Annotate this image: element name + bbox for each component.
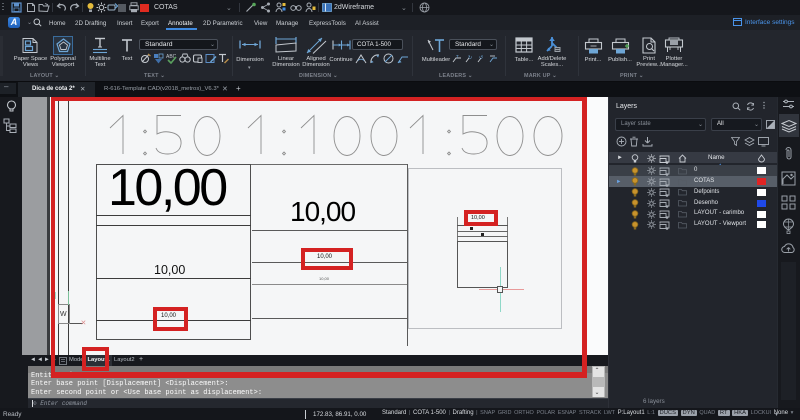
svg-text:↺: ↺	[479, 55, 483, 61]
svg-text:↻: ↻	[468, 55, 472, 61]
svg-text:T: T	[456, 54, 459, 59]
